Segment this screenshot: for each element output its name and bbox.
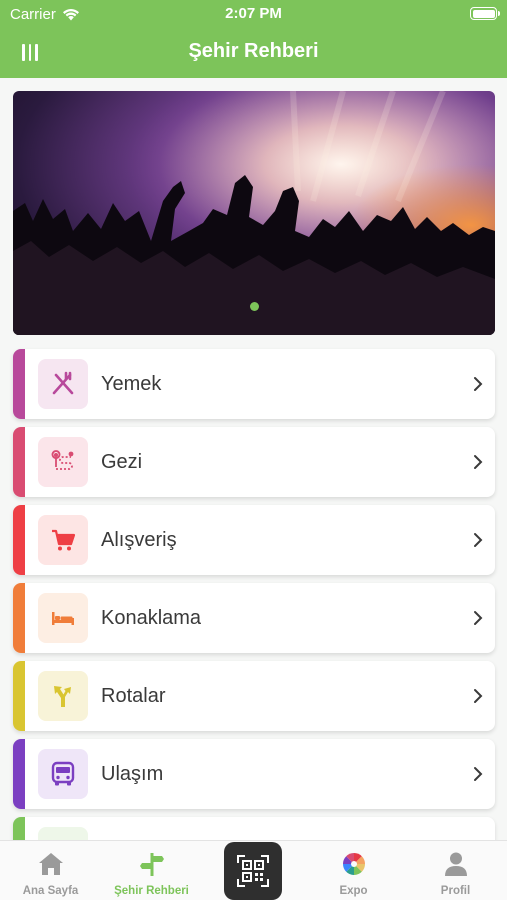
tab-sehir-rehberi[interactable]: Şehir Rehberi <box>101 841 202 900</box>
category-accent <box>13 739 25 809</box>
tab-label: Profil <box>440 885 471 897</box>
tab-label: Ana Sayfa <box>22 885 79 897</box>
profile-icon <box>445 852 467 876</box>
map-route-icon <box>38 437 88 487</box>
chevron-right-icon <box>474 455 483 469</box>
home-icon <box>39 853 63 875</box>
category-accent <box>13 661 25 731</box>
chevron-right-icon <box>474 533 483 547</box>
chevron-right-icon <box>474 611 483 625</box>
category-item-konaklama[interactable]: Konaklama <box>13 583 495 653</box>
qr-scan-button[interactable] <box>224 842 282 900</box>
concert-crowd-image <box>13 91 495 335</box>
utensils-icon <box>38 359 88 409</box>
page-title: Şehir Rehberi <box>188 40 319 62</box>
category-item-ulasim[interactable]: Ulaşım <box>13 739 495 809</box>
category-item-alisveris[interactable]: Alışveriş <box>13 505 495 575</box>
category-accent <box>13 505 25 575</box>
category-item-yemek[interactable]: Yemek <box>13 349 495 419</box>
tab-profil[interactable]: Profil <box>405 841 506 900</box>
carousel-page-indicator <box>250 302 259 311</box>
category-item-rotalar[interactable]: Rotalar <box>13 661 495 731</box>
category-accent <box>13 349 25 419</box>
chevron-right-icon <box>474 767 483 781</box>
banner-image[interactable] <box>13 91 495 335</box>
category-item-gezi[interactable]: Gezi <box>13 427 495 497</box>
battery-icon <box>470 7 500 20</box>
tab-expo[interactable]: Expo <box>303 841 404 900</box>
bus-icon <box>38 749 88 799</box>
cart-icon <box>38 515 88 565</box>
tab-ana-sayfa[interactable]: Ana Sayfa <box>0 841 101 900</box>
signpost-icon <box>38 671 88 721</box>
tab-label: Şehir Rehberi <box>114 885 189 897</box>
category-label: Gezi <box>101 451 143 473</box>
category-label: Yemek <box>101 373 162 395</box>
category-label: Konaklama <box>101 607 202 629</box>
app-header: Carrier 2:07 PM Şehir Rehberi <box>0 0 507 78</box>
city-guide-icon <box>140 853 164 876</box>
category-accent <box>13 583 25 653</box>
status-bar: Carrier 2:07 PM <box>0 0 507 28</box>
bed-icon <box>38 593 88 643</box>
tab-label: Expo <box>339 885 368 897</box>
category-accent <box>13 427 25 497</box>
qr-scan-icon <box>237 855 269 887</box>
status-time: 2:07 PM <box>225 5 282 22</box>
expo-icon <box>342 852 366 876</box>
category-label: Rotalar <box>101 685 166 707</box>
category-label: Ulaşım <box>101 763 164 785</box>
chevron-right-icon <box>474 689 483 703</box>
category-label: Alışveriş <box>101 529 177 551</box>
chevron-right-icon <box>474 377 483 391</box>
